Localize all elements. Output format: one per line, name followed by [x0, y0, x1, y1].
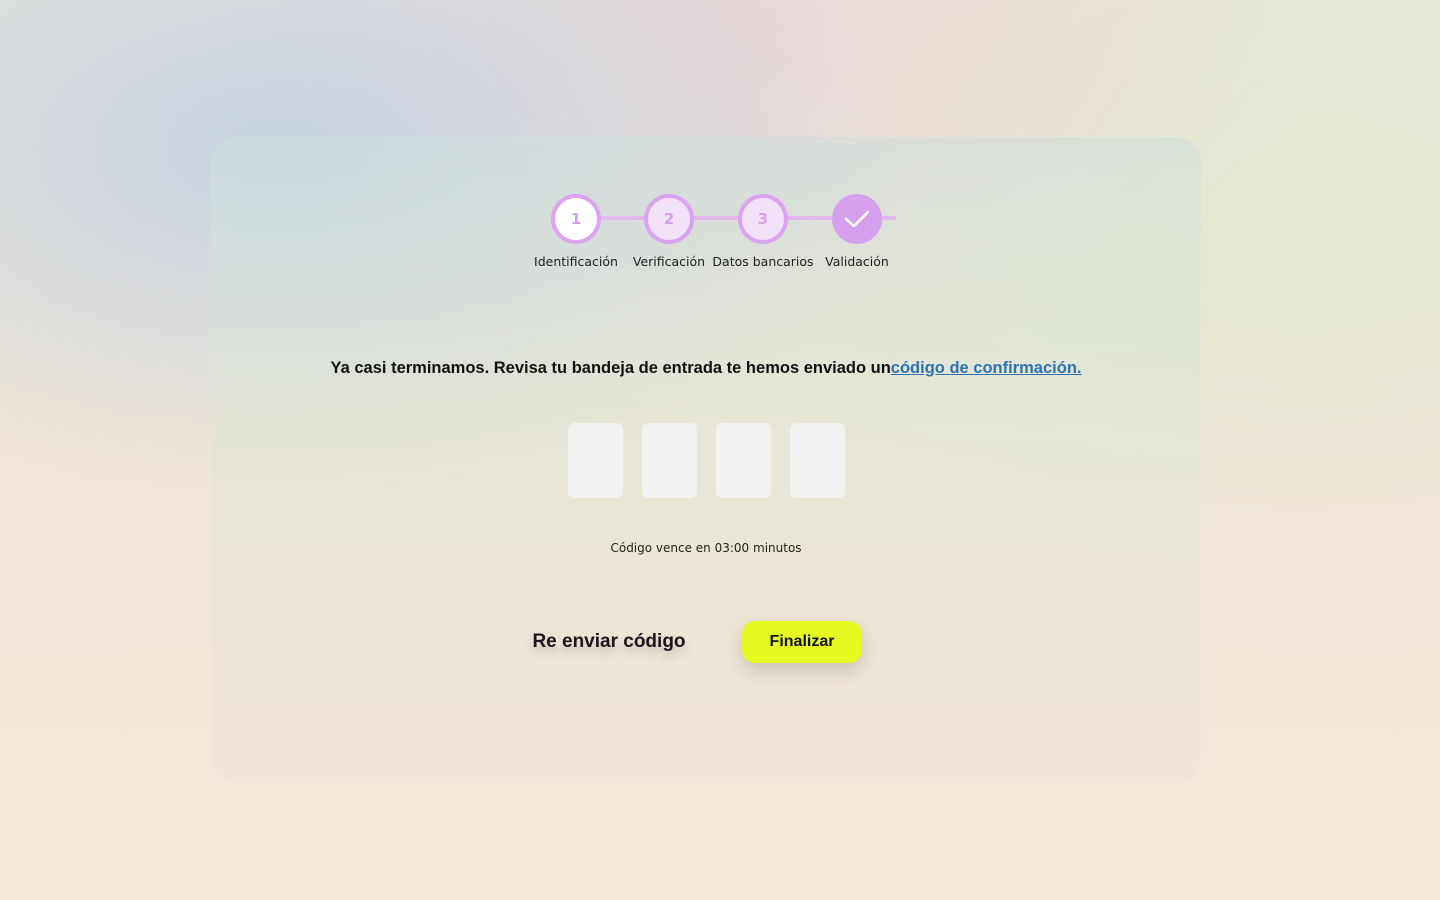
code-digit-2-input[interactable] — [642, 423, 697, 498]
step-4-label: Validación — [825, 254, 889, 269]
confirmation-code-link[interactable]: código de confirmación. — [891, 359, 1082, 377]
finish-button[interactable]: Finalizar — [742, 621, 862, 663]
step-2-circle: 2 — [644, 194, 694, 244]
instruction-text: Ya casi terminamos. Revisa tu bandeja de… — [330, 359, 891, 377]
code-expiry-text: Código vence en 03:00 minutos — [610, 541, 802, 555]
step-3-circle: 3 — [738, 194, 788, 244]
code-digit-3-input[interactable] — [716, 423, 771, 498]
code-digit-1-input[interactable] — [568, 423, 623, 498]
check-icon — [844, 210, 870, 228]
step-4-circle — [832, 194, 882, 244]
progress-stepper: 1 2 3 Identificación Verificación Datos … — [211, 137, 1201, 277]
verification-card: 1 2 3 Identificación Verificación Datos … — [211, 137, 1201, 783]
instruction-message: Ya casi terminamos. Revisa tu bandeja de… — [211, 359, 1201, 378]
code-input-group — [568, 423, 845, 498]
code-digit-4-input[interactable] — [790, 423, 845, 498]
step-2-number: 2 — [663, 210, 675, 228]
step-1-number: 1 — [570, 210, 582, 228]
step-1-circle: 1 — [551, 194, 601, 244]
resend-code-button[interactable]: Re enviar código — [529, 621, 689, 663]
step-3-number: 3 — [757, 210, 769, 228]
